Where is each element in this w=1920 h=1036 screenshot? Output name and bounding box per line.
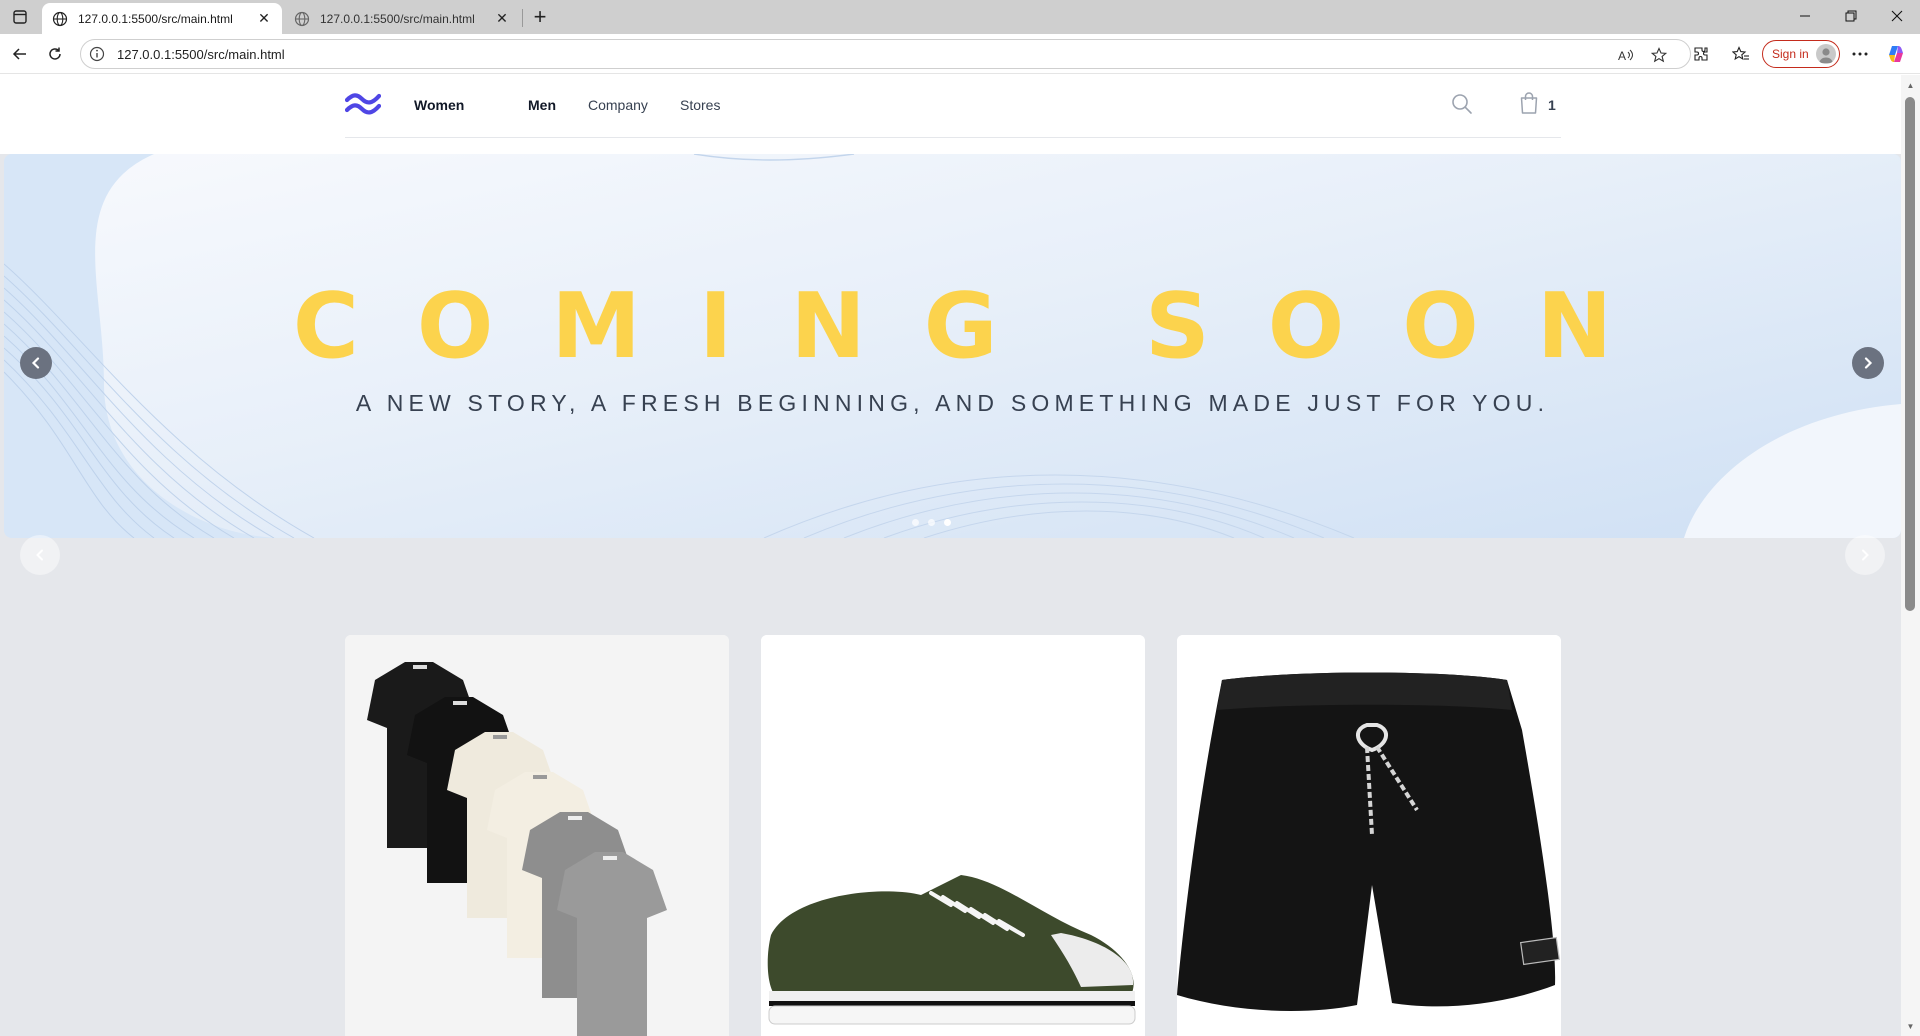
more-options-icon[interactable] [1846, 40, 1874, 68]
tshirts-stack-icon [345, 635, 729, 1036]
browser-tabstrip: 127.0.0.1:5500/src/main.html ✕ 127.0.0.1… [0, 0, 1920, 34]
carousel-dot[interactable] [912, 519, 919, 526]
tab-separator [522, 9, 523, 27]
url-text[interactable]: 127.0.0.1:5500/src/main.html [117, 47, 285, 62]
shopping-bag-icon[interactable] [1517, 91, 1541, 115]
secondary-prev-button[interactable] [20, 535, 60, 575]
chevron-right-icon [1862, 549, 1869, 561]
chevron-left-icon [31, 357, 40, 369]
hero-carousel: COMING SOON A NEW STORY, A FRESH BEGINNI… [4, 154, 1901, 538]
scrollbar-thumb[interactable] [1905, 97, 1915, 611]
carousel-next-button[interactable] [1852, 347, 1884, 379]
browser-tab-inactive[interactable]: 127.0.0.1:5500/src/main.html ✕ [284, 3, 520, 34]
copilot-icon[interactable] [1882, 40, 1910, 68]
info-icon[interactable] [89, 46, 105, 62]
nav-link-company[interactable]: Company [588, 97, 648, 113]
favorites-icon[interactable] [1727, 40, 1755, 68]
browser-tab-active[interactable]: 127.0.0.1:5500/src/main.html ✕ [42, 3, 282, 34]
brand-logo-icon[interactable] [345, 91, 381, 115]
sign-in-button[interactable]: Sign in [1762, 40, 1840, 68]
tab-actions-icon[interactable] [8, 6, 32, 28]
product-card-tshirts[interactable] [345, 635, 729, 1036]
globe-icon [294, 11, 310, 26]
page-viewport: Women Men Company Stores 1 COMING SOON A… [0, 75, 1901, 1036]
cart-count[interactable]: 1 [1548, 97, 1556, 113]
read-aloud-icon[interactable]: A [1616, 45, 1636, 65]
product-card-shorts[interactable] [1177, 635, 1561, 1036]
secondary-next-button[interactable] [1845, 535, 1885, 575]
search-icon[interactable] [1450, 92, 1474, 116]
close-icon[interactable]: ✕ [256, 10, 272, 27]
minimize-icon[interactable] [1782, 0, 1828, 32]
globe-icon [52, 11, 68, 26]
close-icon[interactable]: ✕ [494, 10, 510, 27]
carousel-indicators [912, 519, 951, 526]
sneaker-icon [761, 635, 1145, 1036]
favorite-star-icon[interactable] [1649, 45, 1669, 65]
tab-title: 127.0.0.1:5500/src/main.html [78, 11, 233, 26]
scroll-up-icon[interactable]: ▲ [1901, 77, 1920, 93]
refresh-icon[interactable] [41, 40, 69, 68]
hero-subtitle: A NEW STORY, A FRESH BEGINNING, AND SOME… [355, 390, 1550, 416]
hero-title: COMING SOON [292, 274, 1671, 379]
nav-link-women[interactable]: Women [414, 97, 464, 113]
nav-link-stores[interactable]: Stores [680, 97, 720, 113]
back-arrow-icon[interactable] [6, 40, 34, 68]
svg-text:A: A [1618, 49, 1626, 62]
chevron-right-icon [1864, 357, 1873, 369]
site-header: Women Men Company Stores 1 [0, 75, 1901, 154]
new-tab-button[interactable]: + [528, 4, 552, 29]
sign-in-label: Sign in [1772, 47, 1809, 61]
nav-bar: Women Men Company Stores 1 [345, 75, 1561, 138]
carousel-dot-active[interactable] [944, 519, 951, 526]
restore-icon[interactable] [1828, 0, 1874, 32]
product-card-sneaker[interactable] [761, 635, 1145, 1036]
extensions-icon[interactable] [1687, 40, 1715, 68]
browser-toolbar: 127.0.0.1:5500/src/main.html A Sign in [0, 34, 1920, 74]
window-close-icon[interactable] [1874, 0, 1920, 32]
shorts-icon [1177, 635, 1561, 1036]
carousel-prev-button[interactable] [20, 347, 52, 379]
carousel-dot[interactable] [928, 519, 935, 526]
tab-title: 127.0.0.1:5500/src/main.html [320, 11, 475, 26]
chevron-left-icon [36, 549, 43, 561]
page-scrollbar[interactable]: ▲ ▼ [1901, 75, 1920, 1036]
nav-link-men[interactable]: Men [528, 97, 556, 113]
scroll-down-icon[interactable]: ▼ [1901, 1018, 1920, 1034]
address-bar[interactable]: 127.0.0.1:5500/src/main.html A [80, 39, 1691, 69]
avatar [1816, 44, 1836, 64]
